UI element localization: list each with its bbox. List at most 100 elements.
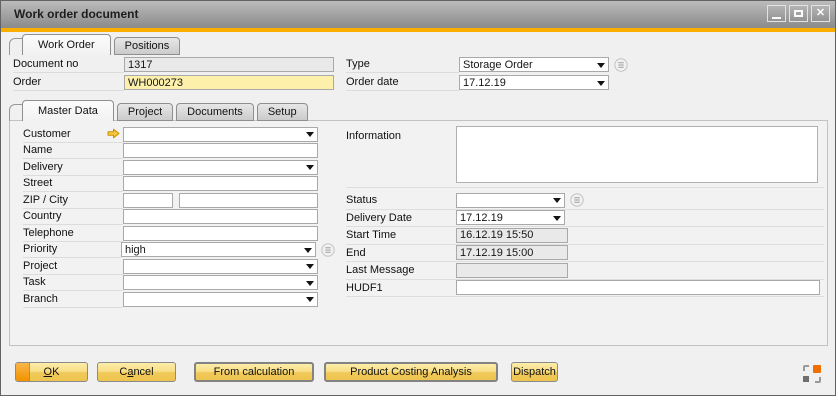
order-date-row: Order date 17.12.19 — [346, 74, 646, 91]
cancel-label-pre: C — [119, 366, 127, 378]
resize-widget-orange-square — [813, 365, 821, 373]
delivery-date-select[interactable]: 17.12.19 — [456, 210, 565, 225]
information-textarea[interactable] — [456, 126, 818, 183]
type-list-options-icon[interactable] — [614, 58, 628, 72]
status-row: Status — [346, 192, 824, 210]
maximize-icon — [794, 10, 803, 17]
sub-tab-strip: Master Data Project Documents Setup — [9, 100, 308, 121]
cancel-button[interactable]: Cancel — [97, 362, 176, 382]
product-costing-analysis-button[interactable]: Product Costing Analysis — [324, 362, 498, 382]
customer-label: Customer — [23, 126, 123, 143]
branch-row: Branch — [23, 291, 335, 308]
order-field[interactable] — [124, 75, 334, 90]
tab-setup-label: Setup — [268, 106, 297, 118]
tab-master-data[interactable]: Master Data — [22, 100, 114, 121]
tab-master-data-label: Master Data — [38, 105, 98, 117]
tab-setup[interactable]: Setup — [257, 103, 308, 121]
work-order-document-window: Work order document ✕ Work Order Positio… — [0, 0, 836, 396]
tab-strip-stub — [9, 38, 22, 55]
tab-positions-label: Positions — [125, 40, 170, 52]
maximize-button[interactable] — [789, 5, 808, 22]
telephone-label: Telephone — [23, 225, 123, 242]
chevron-down-icon — [306, 297, 314, 302]
tab-project-label: Project — [128, 106, 162, 118]
status-list-options-icon[interactable] — [570, 193, 584, 207]
resize-widget-icon[interactable] — [802, 364, 822, 384]
tab-work-order-label: Work Order — [38, 39, 95, 51]
name-field[interactable] — [123, 143, 318, 158]
name-row: Name — [23, 143, 335, 160]
project-select[interactable] — [123, 259, 318, 274]
minimize-icon — [772, 17, 781, 19]
status-select[interactable] — [456, 193, 565, 208]
order-date-label: Order date — [346, 74, 459, 91]
minimize-button[interactable] — [767, 5, 786, 22]
order-date-select[interactable]: 17.12.19 — [459, 75, 609, 90]
chevron-down-icon — [553, 216, 561, 221]
zip-city-row: ZIP / City — [23, 192, 335, 209]
tab-work-order[interactable]: Work Order — [22, 34, 111, 55]
hudf1-label: HUDF1 — [346, 280, 456, 297]
from-calculation-button[interactable]: From calculation — [194, 362, 314, 382]
chevron-down-icon — [306, 281, 314, 286]
chevron-down-icon — [306, 132, 314, 137]
master-data-right-column: Information Status Delivery Date 17.12.1… — [346, 126, 824, 297]
chevron-down-icon — [597, 63, 605, 68]
priority-label: Priority — [23, 242, 121, 259]
street-field[interactable] — [123, 176, 318, 191]
delivery-label: Delivery — [23, 159, 123, 176]
start-time-field: 16.12.19 15:50 — [456, 228, 568, 243]
type-row: Type Storage Order — [346, 56, 646, 73]
type-select[interactable]: Storage Order — [459, 57, 609, 72]
type-select-value: Storage Order — [463, 59, 533, 71]
priority-select-value: high — [125, 244, 146, 256]
street-label: Street — [23, 176, 123, 193]
link-arrow-icon[interactable] — [107, 128, 120, 139]
status-label: Status — [346, 192, 456, 209]
customer-row: Customer — [23, 126, 335, 143]
delivery-row: Delivery — [23, 159, 335, 176]
city-field[interactable] — [179, 193, 318, 208]
ok-button-accent — [16, 363, 30, 381]
branch-label: Branch — [23, 291, 123, 308]
telephone-field[interactable] — [123, 226, 318, 241]
tab-documents-label: Documents — [187, 106, 243, 118]
end-label: End — [346, 245, 456, 262]
type-label: Type — [346, 56, 459, 73]
dispatch-label: Dispatch — [513, 366, 556, 378]
country-row: Country — [23, 209, 335, 226]
window-title: Work order document — [14, 7, 138, 21]
zip-city-label: ZIP / City — [23, 192, 123, 209]
task-select[interactable] — [123, 275, 318, 290]
tab-positions[interactable]: Positions — [114, 37, 181, 55]
tab-project[interactable]: Project — [117, 103, 173, 121]
delivery-date-label: Delivery Date — [346, 210, 456, 227]
titlebar: Work order document ✕ — [1, 1, 835, 28]
document-no-field: 1317 — [124, 57, 334, 72]
country-field[interactable] — [123, 209, 318, 224]
customer-select[interactable] — [123, 127, 318, 142]
end-field: 17.12.19 15:00 — [456, 245, 568, 260]
main-tab-strip: Work Order Positions — [9, 34, 180, 55]
zip-field[interactable] — [123, 193, 173, 208]
window-controls: ✕ — [767, 5, 830, 22]
close-button[interactable]: ✕ — [811, 5, 830, 22]
hudf1-field[interactable] — [456, 280, 820, 295]
tab-strip-stub — [9, 104, 22, 121]
ok-label-rest: K — [52, 366, 59, 378]
priority-row: Priority high — [23, 242, 335, 259]
branch-select[interactable] — [123, 292, 318, 307]
order-label: Order — [13, 74, 124, 91]
last-message-label: Last Message — [346, 262, 456, 279]
delivery-select[interactable] — [123, 160, 318, 175]
project-label: Project — [23, 258, 123, 275]
dispatch-button[interactable]: Dispatch — [511, 362, 558, 382]
country-label: Country — [23, 209, 123, 226]
chevron-down-icon — [306, 165, 314, 170]
document-no-row: Document no 1317 — [13, 56, 334, 73]
ok-button[interactable]: OK — [15, 362, 88, 382]
tab-documents[interactable]: Documents — [176, 103, 254, 121]
last-message-field — [456, 263, 568, 278]
priority-select[interactable]: high — [121, 242, 316, 257]
priority-list-options-icon[interactable] — [321, 243, 335, 257]
